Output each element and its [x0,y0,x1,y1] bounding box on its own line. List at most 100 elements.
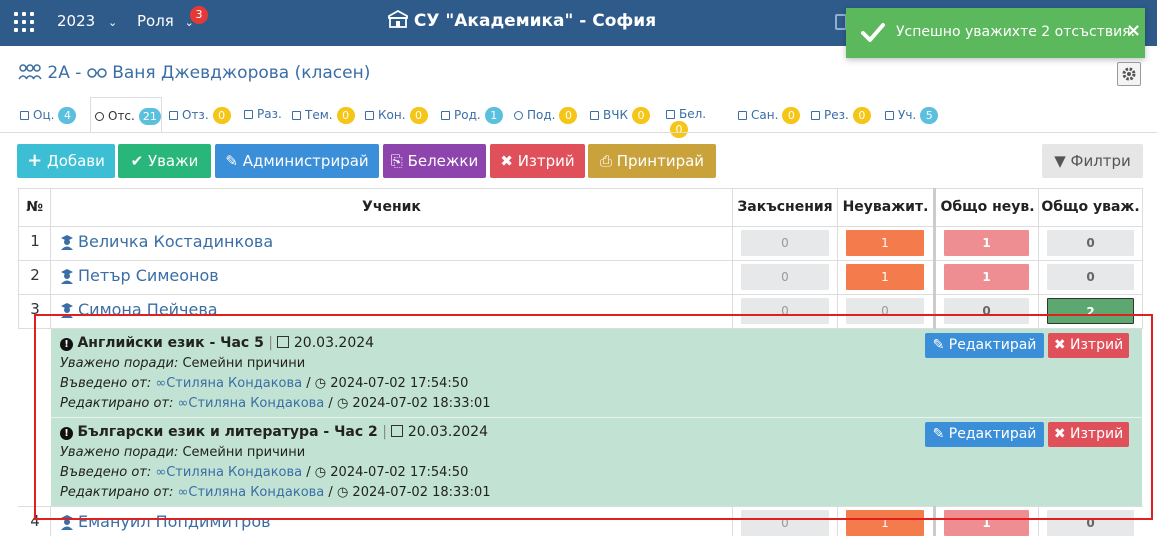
col-header-late: Закъснения [737,199,833,215]
tab-label: Род. [454,108,481,122]
col-header-num: № [26,199,43,215]
table-border [1038,188,1039,329]
col-header-total-unexcused: Общо неув. [940,199,1035,215]
tab-10[interactable]: Бел.0 [666,97,728,138]
add-button[interactable]: + Добави [17,144,115,178]
pencil-icon [20,111,29,120]
student-icon [60,269,74,284]
printer-icon: ⎙ [599,152,612,170]
school-title: СУ "Академика" - София [388,9,657,31]
tab-6[interactable]: Кон. 0 [365,97,431,132]
table-border [732,188,733,329]
tab-count-badge: 0 [670,121,688,138]
student-name-link[interactable]: Петър Симеонов [78,266,219,285]
check-icon: ✔ [130,152,144,170]
tab-label: Отз. [182,108,209,122]
tab-label: Бел. [679,107,707,121]
tab-8[interactable]: Под. 0 [514,97,582,132]
class-name: 2А [47,63,70,83]
apps-grid-icon[interactable] [14,12,34,32]
row-number: 1 [30,232,40,250]
class-group-icon [18,64,42,80]
student-icon [60,235,74,250]
tab-11[interactable]: Сан. 0 [738,97,802,132]
role-dropdown[interactable]: Роля ⌄ [137,12,194,30]
tab-count-badge: 0 [409,107,428,124]
bolt-icon [738,111,747,120]
edit-icon: ✎ [225,152,238,170]
table-border [837,188,838,329]
role-label: Роля [137,12,174,30]
year-label: 2023 [57,12,96,30]
tab-count-badge: 0 [336,107,355,124]
tab-count-badge: 21 [138,108,161,125]
table-icon [244,110,253,119]
teacher-name: Ваня Джевджорова (класен) [112,63,371,83]
tab-label: Оц. [33,108,55,122]
tab-count-badge: 0 [782,107,801,124]
tab-count-badge: 0 [212,107,231,124]
glasses-icon [87,68,107,78]
filters-label: Филтри [1070,152,1131,170]
tab-12[interactable]: Рез. 0 [811,97,875,132]
chevron-down-icon: ⌄ [107,16,118,29]
filters-button[interactable]: ▼ Филтри [1042,144,1143,178]
success-toast: Успешно уважихте 2 отсъствия. × [846,8,1145,58]
toast-close-button[interactable]: × [1126,20,1141,41]
tab-label: Рез. [824,108,849,122]
school-name: СУ "Академика" - София [413,11,657,31]
tab-9[interactable]: ВЧК 0 [590,97,654,132]
close-icon: ✖ [500,152,513,170]
tab-5[interactable]: Тем. 0 [292,97,356,132]
tab-2[interactable]: Отс. 21 [90,97,162,132]
col-header-student: Ученик [362,199,421,215]
heading-separator: - [69,63,87,83]
administer-button[interactable]: ✎ Администрирай [215,144,379,178]
tab-label: Тем. [305,108,333,122]
print-label: Принтирай [616,152,705,170]
delete-label: Изтрий [517,152,575,170]
add-label: Добави [46,152,105,170]
note-icon [666,110,675,119]
tab-count-badge: 5 [920,107,939,124]
tab-bar: Оц. 4 Отс. 21 Отз. 0 Раз. Тем. 0 Кон. 0 Род. 1 Под. 0 В… [0,97,1157,138]
highlight-box [34,314,1153,520]
student-icon [885,111,894,120]
notes-label: Бележки [407,152,479,170]
tab-13[interactable]: Уч. 5 [885,97,945,132]
student-name-link[interactable]: Величка Костадинкова [78,232,273,251]
tab-label: Уч. [898,108,917,122]
tab-count-badge: 0 [559,107,578,124]
notes-button[interactable]: ⎘ Бележки [383,144,486,178]
table-border [18,260,1143,261]
late-count: 0 [741,230,829,256]
tab-7[interactable]: Род. 1 [441,97,505,132]
calendar-icon [441,111,450,120]
filter-icon: ▼ [1054,152,1066,170]
plus-icon: + [27,150,43,171]
settings-button[interactable] [1117,62,1141,86]
total-unexcused-count: 1 [944,264,1029,290]
clipboard-icon: ⎘ [390,152,403,170]
tab-1[interactable]: Оц. 4 [20,97,82,132]
tab-label: Раз. [257,107,282,121]
tab-label: Под. [527,108,556,122]
print-button[interactable]: ⎙ Принтирай [588,144,716,178]
delete-button[interactable]: ✖ Изтрий [490,144,585,178]
tab-4[interactable]: Раз. [244,97,288,132]
late-count: 0 [741,264,829,290]
col-header-total-excused: Общо уваж. [1041,199,1140,215]
tab-count-badge: 1 [484,107,503,124]
toast-message: Успешно уважихте 2 отсъствия. [896,24,1136,40]
table-border [18,294,1143,295]
tab-3[interactable]: Отз. 0 [169,97,233,132]
table-border [50,188,51,329]
table-border [18,226,1143,227]
excuse-button[interactable]: ✔ Уважи [118,144,211,178]
handshake-icon [590,111,599,120]
year-dropdown[interactable]: 2023 ⌄ [57,12,117,30]
col-header-unexcused: Неуважит. [842,199,929,215]
tab-label: Кон. [378,108,406,122]
list-icon [292,111,301,120]
unexcused-count: 1 [846,264,924,290]
